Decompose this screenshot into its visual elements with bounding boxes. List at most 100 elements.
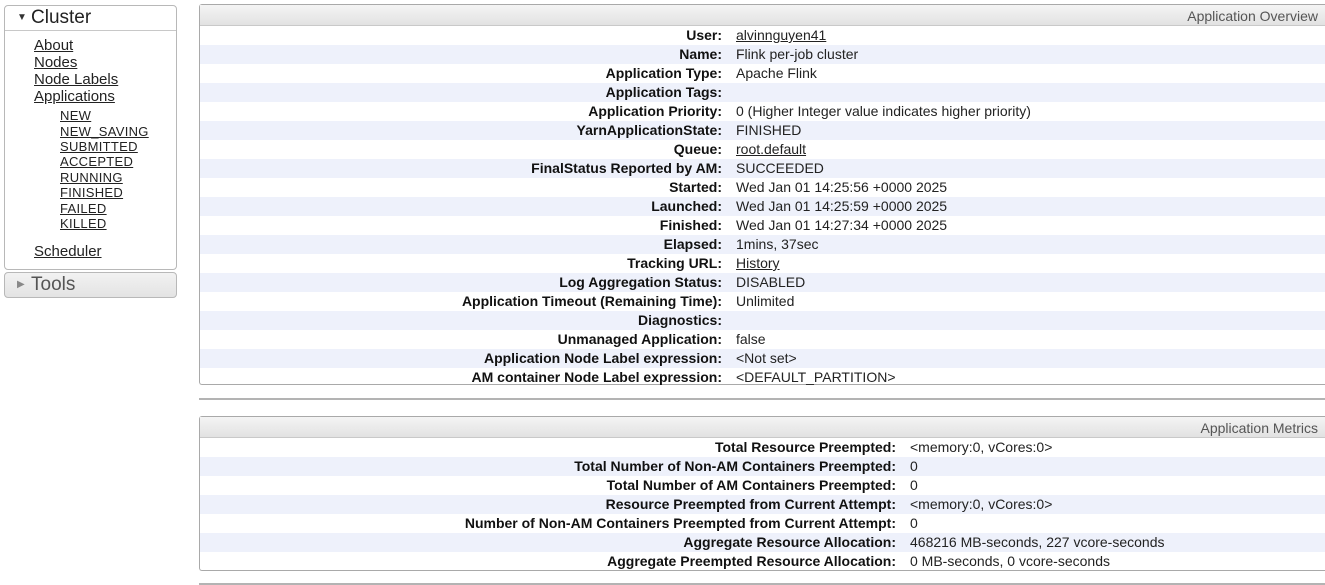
row-value: 0 MB-seconds, 0 vcore-seconds (910, 553, 1110, 569)
row-label: YarnApplicationState: (576, 122, 722, 138)
table-row: Application Node Label expression: <Not s… (200, 349, 1325, 368)
table-row: Application Type: Apache Flink (200, 64, 1325, 83)
row-label: Application Timeout (Remaining Time): (461, 293, 722, 309)
row-value-link[interactable]: History (736, 254, 780, 273)
table-row: Started: Wed Jan 01 14:25:56 +0000 2025 (200, 178, 1325, 197)
row-label: Tracking URL: (627, 255, 722, 271)
row-label: Finished: (659, 217, 722, 233)
table-row: Total Number of AM Containers Preempted:… (200, 476, 1325, 495)
table-row: Log Aggregation Status: DISABLED (200, 273, 1325, 292)
cluster-panel: ▼ Cluster About Nodes Node Labels Applica… (4, 5, 177, 270)
row-value: Wed Jan 01 14:25:59 +0000 2025 (736, 198, 948, 214)
row-value: <memory:0, vCores:0> (910, 439, 1053, 455)
row-value: 1mins, 37sec (736, 236, 819, 252)
application-metrics-header: Application Metrics (200, 417, 1325, 438)
row-value: 468216 MB-seconds, 227 vcore-seconds (910, 534, 1165, 550)
cluster-header[interactable]: ▼ Cluster (5, 6, 176, 31)
tools-panel[interactable]: ▶ Tools (4, 272, 177, 298)
table-row: Name: Flink per-job cluster (200, 45, 1325, 64)
nav-app-state-new[interactable]: NEW (60, 108, 91, 123)
table-row: Application Tags: (200, 83, 1325, 102)
row-label: Application Tags: (605, 84, 722, 100)
row-label: Log Aggregation Status: (559, 274, 722, 290)
row-value: Apache Flink (736, 65, 817, 81)
tools-header[interactable]: ▶ Tools (5, 273, 176, 297)
table-row: Diagnostics: (200, 311, 1325, 330)
tools-title: Tools (31, 274, 76, 295)
row-label: Application Type: (605, 65, 722, 81)
table-row: Application Priority: 0 (Higher Integer v… (200, 102, 1325, 121)
row-label: Application Priority: (588, 103, 722, 119)
row-value: <memory:0, vCores:0> (910, 496, 1053, 512)
table-row: Finished: Wed Jan 01 14:27:34 +0000 2025 (200, 216, 1325, 235)
row-label: Unmanaged Application: (557, 331, 722, 347)
row-label: Number of Non-AM Containers Preempted fr… (464, 515, 896, 531)
nav-app-state-running[interactable]: RUNNING (60, 170, 123, 185)
nav-applications[interactable]: Applications (34, 88, 115, 105)
application-overview-table: Application Overview User: alvinnguyen41 N… (199, 4, 1325, 385)
row-value: Flink per-job cluster (736, 46, 859, 62)
row-label: Total Number of AM Containers Preempted: (606, 477, 896, 493)
row-label: User: (686, 27, 722, 43)
row-value: false (736, 331, 766, 347)
row-value: DISABLED (736, 274, 806, 290)
row-value: FINISHED (736, 122, 802, 138)
divider (199, 398, 1325, 400)
table-row: Queue: root.default (200, 140, 1325, 159)
row-value-link[interactable]: root.default (736, 140, 806, 159)
cluster-title: Cluster (31, 7, 92, 28)
table-row: Total Resource Preempted: <memory:0, vCor… (200, 438, 1325, 457)
row-label: Aggregate Preempted Resource Allocation: (607, 553, 896, 569)
row-value: 0 (910, 477, 918, 493)
nav-node-labels[interactable]: Node Labels (34, 71, 118, 88)
table-row: User: alvinnguyen41 (200, 26, 1325, 45)
row-value-link[interactable]: alvinnguyen41 (736, 26, 826, 45)
row-label: Total Resource Preempted: (714, 439, 896, 455)
table-row: Launched: Wed Jan 01 14:25:59 +0000 2025 (200, 197, 1325, 216)
row-label: Total Number of Non-AM Containers Preemp… (574, 458, 896, 474)
table-row: YarnApplicationState: FINISHED (200, 121, 1325, 140)
row-value: <DEFAULT_PARTITION> (736, 369, 896, 385)
nav-app-state-failed[interactable]: FAILED (60, 201, 107, 216)
row-label: Name: (679, 46, 722, 62)
row-label: Launched: (651, 198, 722, 214)
row-label: Resource Preempted from Current Attempt: (605, 496, 896, 512)
row-label: Started: (669, 179, 722, 195)
nav-scheduler[interactable]: Scheduler (34, 243, 102, 260)
row-label: Application Node Label expression: (483, 350, 722, 366)
nav-nodes[interactable]: Nodes (34, 54, 77, 71)
table-row: Application Timeout (Remaining Time): Unl… (200, 292, 1325, 311)
table-row: Number of Non-AM Containers Preempted fr… (200, 514, 1325, 533)
application-metrics-table: Application Metrics Total Resource Preem… (199, 416, 1325, 571)
triangle-right-icon: ▶ (17, 279, 25, 290)
application-overview-header: Application Overview (200, 5, 1325, 26)
table-row: AM container Node Label expression: <DEFA… (200, 368, 1325, 387)
row-value: 0 (Higher Integer value indicates higher… (736, 103, 1031, 119)
row-label: AM container Node Label expression: (471, 369, 723, 385)
table-row: Aggregate Preempted Resource Allocation:… (200, 552, 1325, 571)
table-row: Resource Preempted from Current Attempt:… (200, 495, 1325, 514)
nav-app-state-killed[interactable]: KILLED (60, 216, 107, 231)
nav-about[interactable]: About (34, 37, 73, 54)
row-label: Aggregate Resource Allocation: (683, 534, 896, 550)
row-label: FinalStatus Reported by AM: (531, 160, 722, 176)
table-row: Aggregate Resource Allocation: 468216 MB-… (200, 533, 1325, 552)
nav-app-state-accepted[interactable]: ACCEPTED (60, 154, 133, 169)
table-row: Unmanaged Application: false (200, 330, 1325, 349)
row-label: Diagnostics: (637, 312, 722, 328)
table-row: Total Number of Non-AM Containers Preemp… (200, 457, 1325, 476)
row-value: 0 (910, 515, 918, 531)
row-value: Wed Jan 01 14:27:34 +0000 2025 (736, 217, 948, 233)
row-value: Unlimited (736, 293, 795, 309)
nav-app-state-submitted[interactable]: SUBMITTED (60, 139, 138, 154)
row-value: 0 (910, 458, 918, 474)
table-row: Tracking URL: History (200, 254, 1325, 273)
row-value: Wed Jan 01 14:25:56 +0000 2025 (736, 179, 948, 195)
table-row: Elapsed: 1mins, 37sec (200, 235, 1325, 254)
triangle-down-icon: ▼ (17, 12, 27, 23)
table-row: FinalStatus Reported by AM: SUCCEEDED (200, 159, 1325, 178)
row-label: Elapsed: (663, 236, 722, 252)
nav-app-state-finished[interactable]: FINISHED (60, 185, 123, 200)
nav-app-state-new-saving[interactable]: NEW_SAVING (60, 124, 149, 139)
row-value: SUCCEEDED (736, 160, 824, 176)
